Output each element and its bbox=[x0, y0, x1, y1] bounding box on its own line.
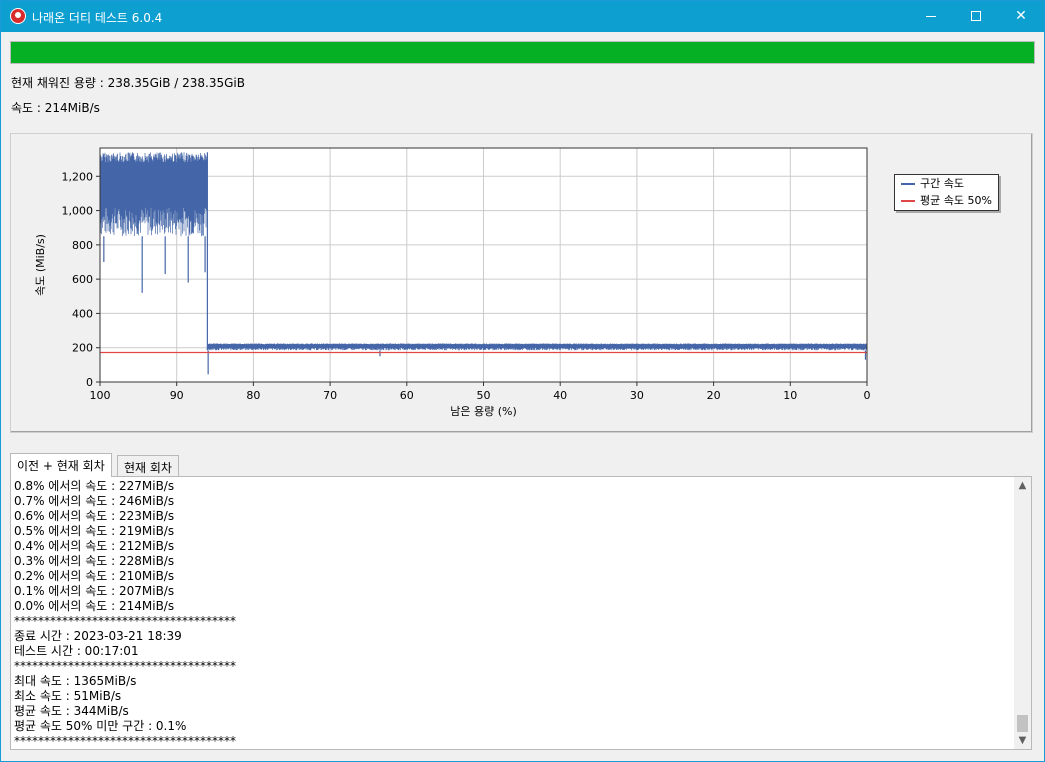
y-tick-label: 400 bbox=[72, 307, 93, 320]
y-tick-label: 200 bbox=[72, 342, 93, 355]
progress-fill bbox=[11, 42, 1034, 63]
log-line: 테스트 시간 : 00:17:01 bbox=[14, 644, 139, 658]
x-tick-label: 10 bbox=[783, 389, 797, 402]
app-logo-icon bbox=[10, 8, 26, 24]
log-lines: 0.8% 에서의 속도 : 227MiB/s 0.7% 에서의 속도 : 246M… bbox=[14, 479, 236, 749]
log-line: 최소 속도 : 51MiB/s bbox=[14, 689, 122, 703]
log-line: 0.6% 에서의 속도 : 223MiB/s bbox=[14, 509, 175, 523]
log-scrollbar[interactable]: ▲ ▼ bbox=[1014, 477, 1031, 749]
y-tick-label: 0 bbox=[86, 376, 93, 389]
title-bar[interactable]: 나래온 더티 테스트 6.0.4 ✕ bbox=[1, 1, 1044, 32]
minimize-icon bbox=[926, 15, 936, 17]
legend-item-average-speed: 평균 속도 50% bbox=[895, 192, 998, 209]
y-tick-label: 600 bbox=[72, 273, 93, 286]
legend-swatch-blue bbox=[901, 183, 915, 185]
x-tick-label: 90 bbox=[170, 389, 184, 402]
minimize-button[interactable] bbox=[908, 1, 954, 32]
log-line: 0.4% 에서의 속도 : 212MiB/s bbox=[14, 539, 175, 553]
log-line: 0.1% 에서의 속도 : 207MiB/s bbox=[14, 584, 175, 598]
log-line: 0.5% 에서의 속도 : 219MiB/s bbox=[14, 524, 175, 538]
y-tick-label: 1,200 bbox=[62, 170, 94, 183]
log-line: 0.8% 에서의 속도 : 227MiB/s bbox=[14, 479, 175, 493]
y-axis-title: 속도 (MiB/s) bbox=[34, 234, 47, 296]
window-title: 나래온 더티 테스트 6.0.4 bbox=[32, 11, 163, 25]
x-tick-label: 70 bbox=[323, 389, 337, 402]
x-tick-label: 60 bbox=[400, 389, 414, 402]
log-line: 0.3% 에서의 속도 : 228MiB/s bbox=[14, 554, 175, 568]
scroll-up-icon[interactable]: ▲ bbox=[1014, 477, 1031, 494]
x-tick-label: 40 bbox=[553, 389, 567, 402]
log-line: ************************************* bbox=[14, 659, 236, 673]
close-icon: ✕ bbox=[1015, 8, 1027, 24]
speed-chart: 100 90 80 70 60 50 40 30 20 10 002004006008001,000… bbox=[34, 147, 871, 418]
log-line: 0.2% 에서의 속도 : 210MiB/s bbox=[14, 569, 175, 583]
x-tick-label: 50 bbox=[477, 389, 491, 402]
app-window: 나래온 더티 테스트 6.0.4 ✕ 현재 채워진 용량 : 238.35GiB… bbox=[0, 0, 1045, 762]
maximize-button[interactable] bbox=[953, 1, 999, 32]
log-line: 평균 속도 50% 미만 구간 : 0.1% bbox=[14, 719, 187, 733]
log-line: 평균 속도 : 344MiB/s bbox=[14, 704, 129, 718]
legend-item-interval-speed: 구간 속도 bbox=[895, 175, 998, 192]
log-line: ************************************* bbox=[14, 614, 236, 628]
legend-label: 구간 속도 bbox=[920, 177, 964, 190]
speed-chart-panel: 100 90 80 70 60 50 40 30 20 10 0 0 200 400 600 800 1,000… bbox=[10, 133, 1033, 433]
tab-current[interactable]: 현재 회차 bbox=[117, 455, 179, 476]
log-line: ************************************* bbox=[14, 734, 236, 748]
x-tick-label: 20 bbox=[707, 389, 721, 402]
log-textbox[interactable]: 0.8% 에서의 속도 : 227MiB/s 0.7% 에서의 속도 : 246M… bbox=[10, 476, 1032, 750]
y-tick-label: 800 bbox=[72, 239, 93, 252]
x-tick-label: 0 bbox=[864, 389, 871, 402]
x-tick-label: 80 bbox=[246, 389, 260, 402]
fill-progress-bar bbox=[10, 41, 1035, 64]
maximize-icon bbox=[971, 11, 981, 21]
log-line: 종료 시간 : 2023-03-21 18:39 bbox=[14, 629, 182, 643]
tab-previous-plus-current[interactable]: 이전 + 현재 회차 bbox=[10, 453, 112, 477]
speed-label: 속도 : 214MiB/s bbox=[11, 101, 100, 115]
log-line: 최대 속도 : 1365MiB/s bbox=[14, 674, 137, 688]
scroll-down-icon[interactable]: ▼ bbox=[1014, 732, 1031, 749]
log-line: 0.0% 에서의 속도 : 214MiB/s bbox=[14, 599, 175, 613]
x-tick-label: 100 bbox=[90, 389, 111, 402]
scroll-thumb[interactable] bbox=[1017, 715, 1028, 732]
x-tick-label: 30 bbox=[630, 389, 644, 402]
filled-capacity-label: 현재 채워진 용량 : 238.35GiB / 238.35GiB bbox=[11, 76, 245, 90]
close-button[interactable]: ✕ bbox=[998, 1, 1044, 32]
chart-legend: 구간 속도 평균 속도 50% bbox=[894, 174, 999, 211]
legend-label: 평균 속도 50% bbox=[920, 194, 992, 207]
y-tick-label: 1,000 bbox=[62, 205, 94, 218]
x-axis-title: 남은 용량 (%) bbox=[450, 405, 517, 418]
legend-swatch-red bbox=[901, 200, 915, 202]
log-line: 0.7% 에서의 속도 : 246MiB/s bbox=[14, 494, 175, 508]
